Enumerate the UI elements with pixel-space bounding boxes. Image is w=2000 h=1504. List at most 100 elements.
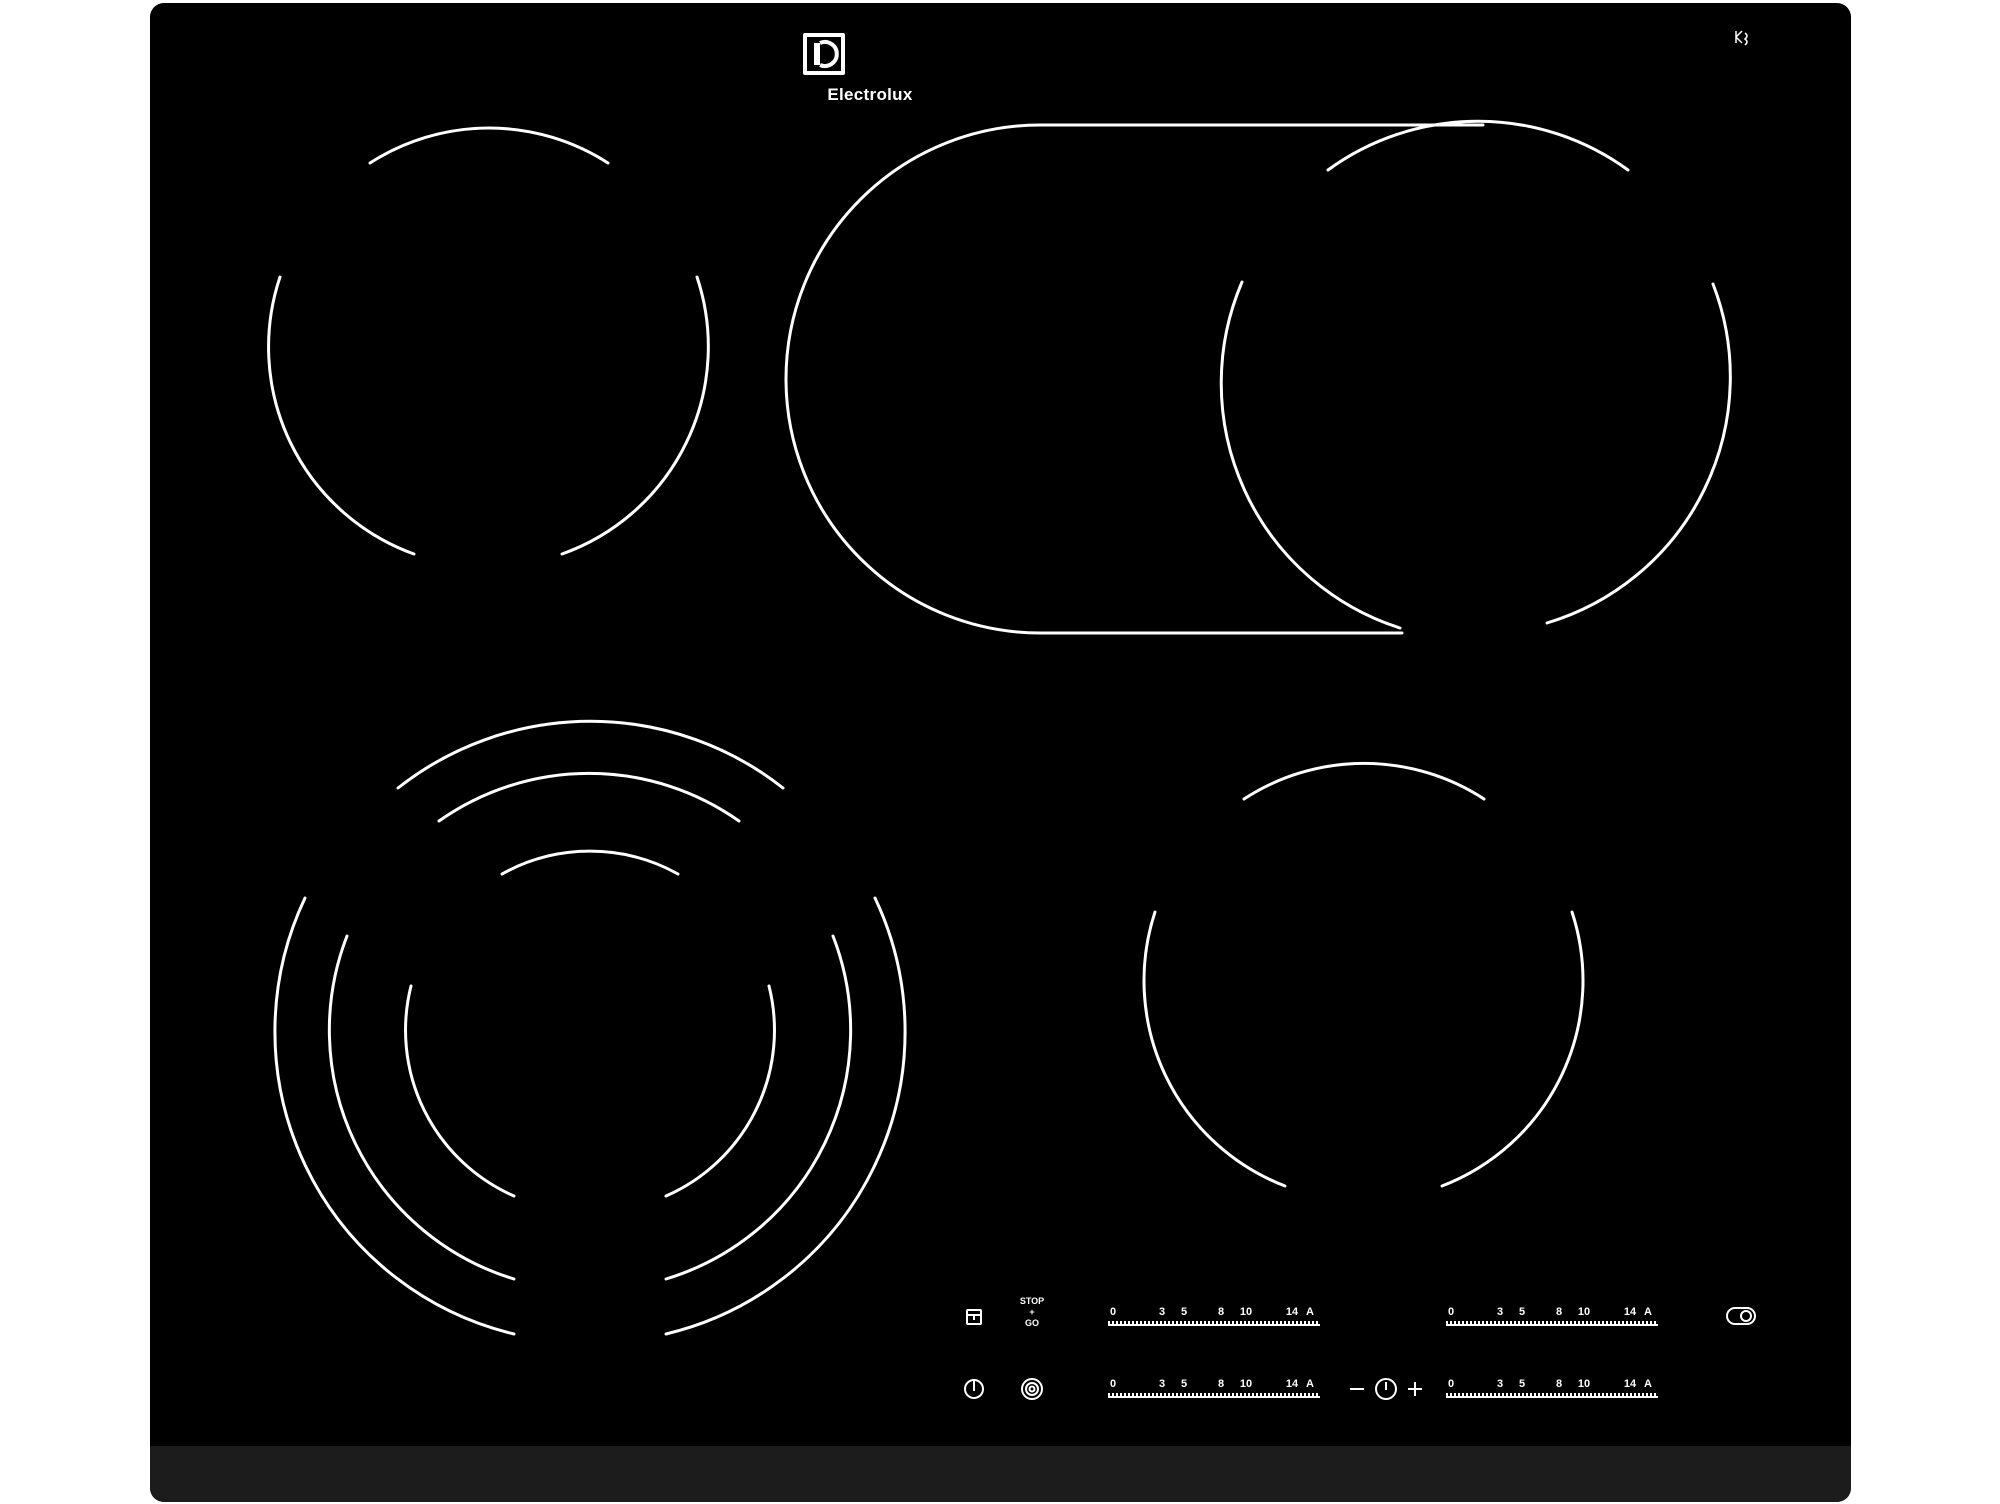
lock-icon[interactable] (966, 1309, 982, 1325)
slider-dot (1316, 1393, 1318, 1396)
power-icon[interactable] (964, 1379, 984, 1399)
slider-label: 10 (1578, 1378, 1590, 1390)
slider-dot (1224, 1321, 1226, 1324)
slider-dot (1498, 1321, 1500, 1324)
slider-dot (1232, 1321, 1234, 1324)
slider-label: 0 (1110, 1306, 1116, 1318)
slider-dot (1586, 1321, 1588, 1324)
slider-dot (1236, 1393, 1238, 1396)
slider-dot (1638, 1393, 1640, 1396)
zone-rear-left[interactable] (267, 126, 710, 556)
slider-dot (1650, 1321, 1652, 1324)
slider-dot (1256, 1321, 1258, 1324)
slider-dot (1486, 1321, 1488, 1324)
slider-label: 5 (1519, 1378, 1525, 1390)
timer-icon[interactable] (1375, 1378, 1397, 1400)
slider-dot (1108, 1393, 1110, 1396)
cooking-zones: STOP + GO 0 3 5 8 10 14 A 0 3 5 8 10 14 A 0 3 5 8 10 14 A … (267, 30, 1756, 1400)
timer-plus-button[interactable] (1408, 1382, 1422, 1396)
slider-label: 0 (1110, 1378, 1116, 1390)
slider-dot (1542, 1393, 1544, 1396)
power-slider-front-right[interactable]: 0 3 5 8 10 14 A (1446, 1378, 1658, 1398)
slider-dot (1172, 1393, 1174, 1396)
slider-dot (1176, 1321, 1178, 1324)
slider-label: 8 (1218, 1378, 1224, 1390)
slider-dot (1642, 1321, 1644, 1324)
slider-dot (1284, 1321, 1286, 1324)
power-slider-rear-right[interactable]: 0 3 5 8 10 14 A (1446, 1306, 1658, 1326)
slider-dot (1272, 1321, 1274, 1324)
slider-dot (1212, 1393, 1214, 1396)
slider-label: 3 (1497, 1306, 1503, 1318)
slider-dot (1160, 1393, 1162, 1396)
slider-dot (1196, 1321, 1198, 1324)
slider-label: 5 (1181, 1306, 1187, 1318)
stop-go-button[interactable]: STOP + GO (1020, 1296, 1044, 1328)
slider-dot (1168, 1321, 1170, 1324)
slider-dot (1220, 1321, 1222, 1324)
zone-front-right[interactable] (1142, 761, 1585, 1188)
slider-dot (1630, 1321, 1632, 1324)
slider-dot (1482, 1393, 1484, 1396)
slider-dot (1506, 1393, 1508, 1396)
slider-dot (1244, 1393, 1246, 1396)
slider-dot (1184, 1321, 1186, 1324)
slider-dot (1598, 1393, 1600, 1396)
slider-dot (1132, 1393, 1134, 1396)
slider-dot (1152, 1393, 1154, 1396)
slider-dot (1642, 1393, 1644, 1396)
slider-dot (1554, 1321, 1556, 1324)
bridge-zone-icon[interactable] (1726, 1307, 1756, 1325)
slider-dot (1136, 1321, 1138, 1324)
slider-dot (1276, 1393, 1278, 1396)
zone-rear-right-extended[interactable] (784, 123, 1485, 635)
slider-dot (1526, 1321, 1528, 1324)
slider-dot (1248, 1393, 1250, 1396)
zone-rear-right[interactable] (1219, 119, 1732, 630)
slider-dot (1120, 1393, 1122, 1396)
power-slider-rear-left[interactable]: 0 3 5 8 10 14 A (1108, 1306, 1320, 1326)
slider-dot (1602, 1321, 1604, 1324)
slider-dot (1184, 1393, 1186, 1396)
slider-dot (1474, 1393, 1476, 1396)
slider-dot (1458, 1393, 1460, 1396)
slider-dot (1626, 1321, 1628, 1324)
slider-dot (1550, 1393, 1552, 1396)
slider-dot (1518, 1321, 1520, 1324)
zone-front-left[interactable] (273, 719, 907, 1336)
slider-dot (1550, 1321, 1552, 1324)
slider-dot (1116, 1321, 1118, 1324)
slider-dot (1454, 1321, 1456, 1324)
slider-dot (1272, 1393, 1274, 1396)
slider-dot (1112, 1393, 1114, 1396)
slider-dot (1236, 1321, 1238, 1324)
slider-dot (1132, 1321, 1134, 1324)
slider-dot (1546, 1321, 1548, 1324)
slider-dot (1180, 1321, 1182, 1324)
slider-dot (1518, 1393, 1520, 1396)
slider-dot (1582, 1321, 1584, 1324)
slider-label: 0 (1448, 1306, 1454, 1318)
slider-label: 14 (1286, 1306, 1299, 1318)
slider-dot (1638, 1321, 1640, 1324)
slider-label: 5 (1519, 1306, 1525, 1318)
slider-dot (1566, 1321, 1568, 1324)
slider-dot (1570, 1321, 1572, 1324)
slider-dot (1204, 1321, 1206, 1324)
slider-label: 8 (1218, 1306, 1224, 1318)
dual-zone-icon[interactable] (1021, 1378, 1043, 1400)
power-slider-front-left[interactable]: 0 3 5 8 10 14 A (1108, 1378, 1320, 1398)
slider-dot (1594, 1321, 1596, 1324)
slider-dot (1264, 1393, 1266, 1396)
slider-dot (1610, 1321, 1612, 1324)
slider-dot (1248, 1321, 1250, 1324)
slider-dot (1574, 1393, 1576, 1396)
slider-dot (1502, 1393, 1504, 1396)
slider-dot (1630, 1393, 1632, 1396)
slider-dot (1156, 1393, 1158, 1396)
slider-dot (1458, 1321, 1460, 1324)
slider-dot (1292, 1393, 1294, 1396)
brand-name: Electrolux (827, 85, 913, 104)
slider-dot (1462, 1321, 1464, 1324)
slider-dot (1558, 1393, 1560, 1396)
